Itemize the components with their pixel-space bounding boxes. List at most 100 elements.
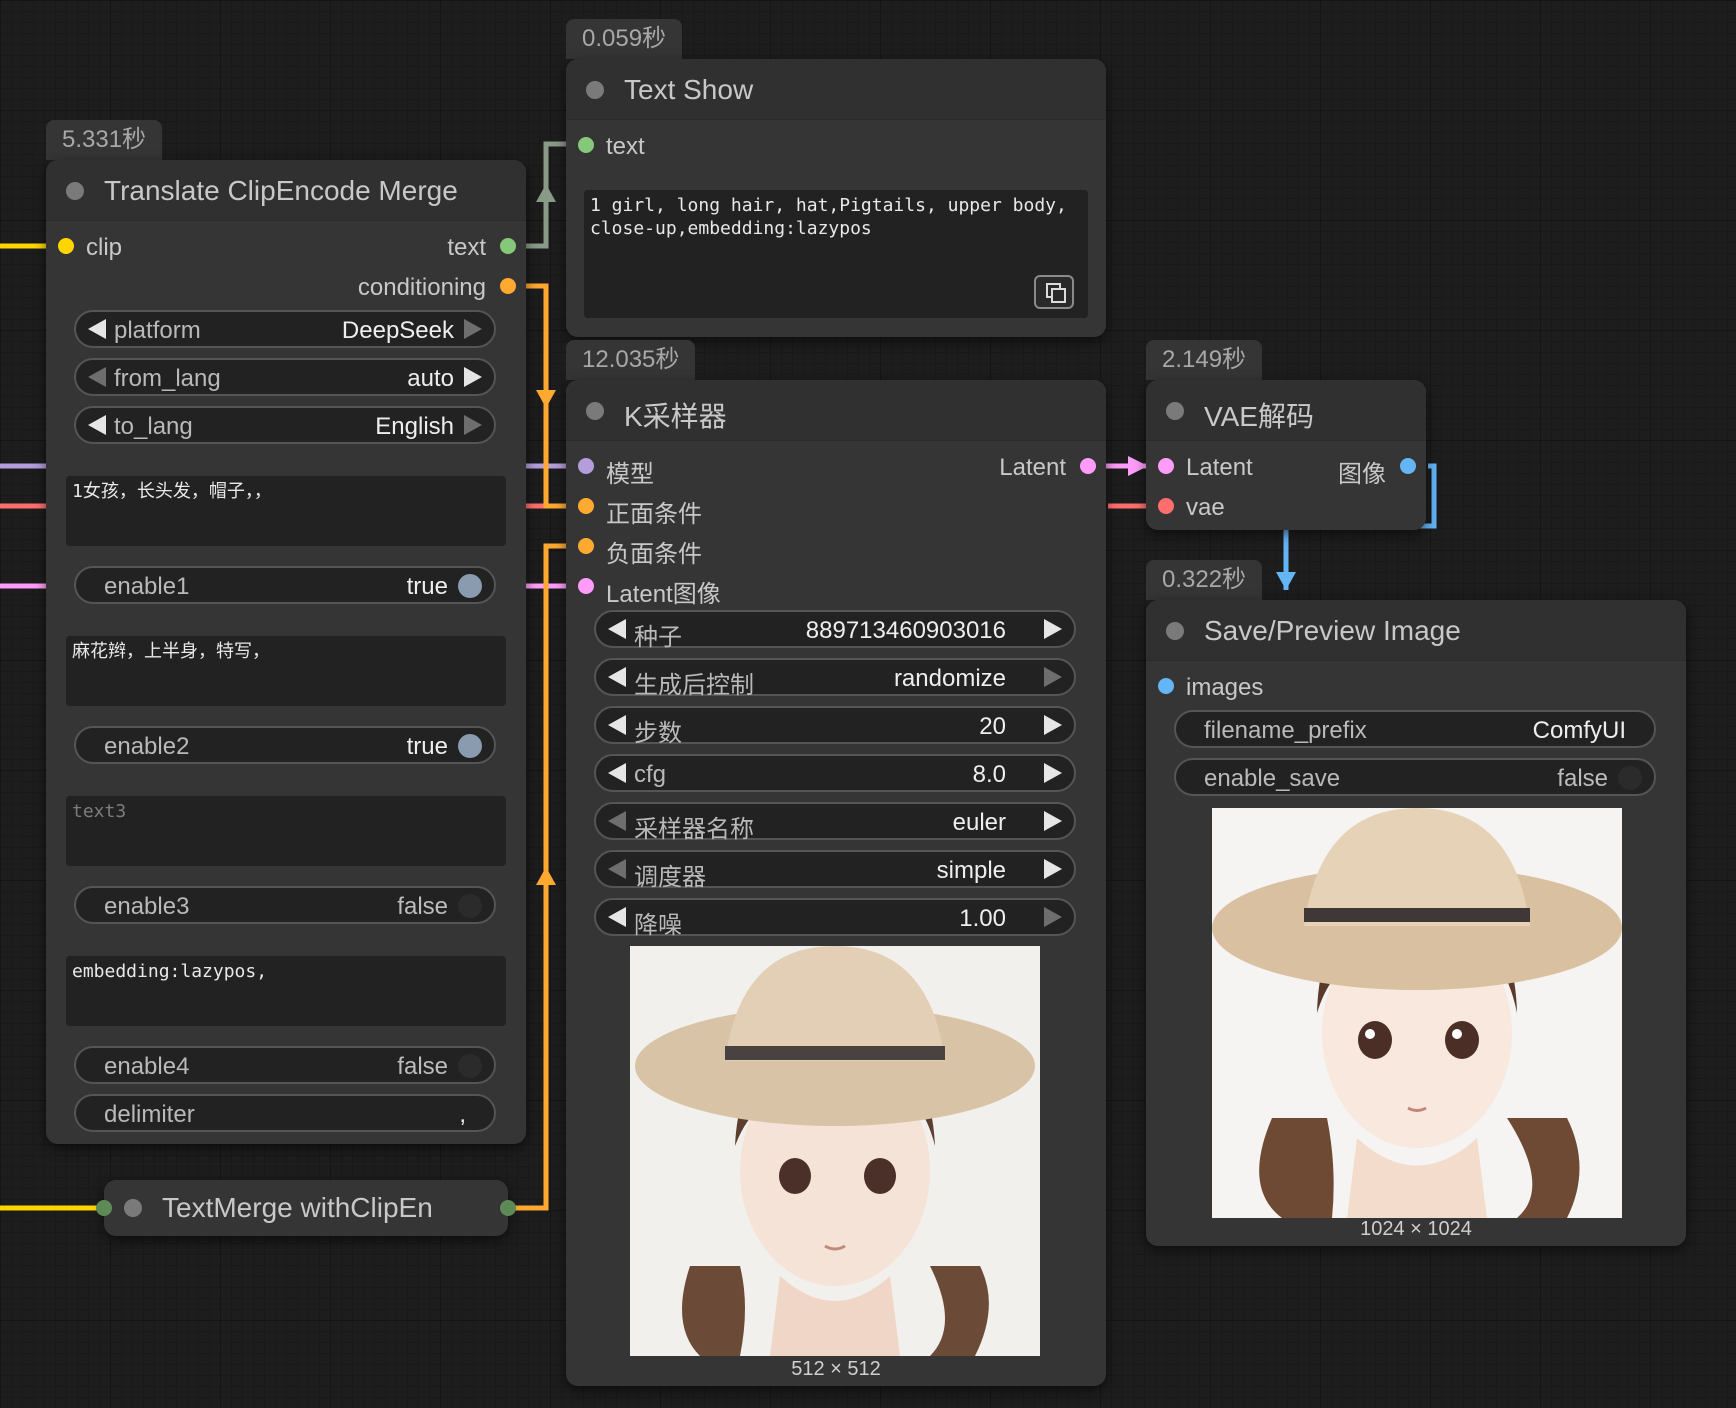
- decrement-arrow-icon[interactable]: [88, 367, 106, 387]
- text2-textarea[interactable]: 麻花辫，上半身，特写，: [66, 636, 506, 706]
- collapse-dot[interactable]: [66, 182, 84, 200]
- increment-arrow-icon[interactable]: [1044, 763, 1062, 783]
- increment-arrow-icon[interactable]: [1044, 715, 1062, 735]
- collapse-dot[interactable]: [586, 81, 604, 99]
- increment-arrow-icon[interactable]: [1044, 619, 1062, 639]
- image-output-slot[interactable]: [1400, 458, 1416, 474]
- text-display[interactable]: 1 girl, long hair, hat,Pigtails, upper b…: [584, 190, 1088, 318]
- toggle-knob-icon[interactable]: [1618, 766, 1642, 790]
- text1-textarea[interactable]: 1女孩，长头发，帽子，，: [66, 476, 506, 546]
- widget-value: 20: [979, 713, 1006, 740]
- conditioning-output-slot[interactable]: [500, 278, 516, 294]
- widget-label: enable1: [104, 573, 190, 600]
- control-after-generate-combo[interactable]: 生成后控制 randomize: [594, 658, 1076, 699]
- toggle-knob-icon[interactable]: [458, 894, 482, 918]
- node-header[interactable]: VAE解码: [1146, 380, 1426, 441]
- positive-input-slot[interactable]: [578, 498, 594, 514]
- textmerge-node[interactable]: TextMerge withClipEn: [96, 1180, 516, 1236]
- widget-value: 8.0: [972, 761, 1006, 788]
- decrement-arrow-icon[interactable]: [608, 619, 626, 639]
- preview-size-caption: 512 × 512: [791, 1358, 881, 1380]
- from-lang-combo[interactable]: from_lang auto: [74, 358, 496, 396]
- increment-arrow-icon[interactable]: [464, 367, 482, 387]
- to-lang-combo[interactable]: to_lang English: [74, 406, 496, 444]
- denoise-number[interactable]: 降噪 1.00: [594, 898, 1076, 939]
- widget-value: 889713460903016: [805, 617, 1006, 644]
- text3-textarea[interactable]: text3: [66, 796, 506, 866]
- text-show-node[interactable]: Text Show text 1 girl, long hair, hat,Pi…: [566, 59, 1106, 337]
- increment-arrow-icon[interactable]: [1044, 907, 1062, 927]
- image-size-caption: 1024 × 1024: [1360, 1218, 1472, 1240]
- enable3-toggle[interactable]: enable3 false: [74, 886, 496, 924]
- scheduler-combo[interactable]: 调度器 simple: [594, 850, 1076, 891]
- save-preview-image-node[interactable]: Save/Preview Image images filename_prefi…: [1146, 600, 1686, 1246]
- images-input-label: images: [1186, 674, 1264, 701]
- widget-value: euler: [952, 809, 1006, 836]
- decrement-arrow-icon[interactable]: [608, 811, 626, 831]
- node-header[interactable]: K采样器: [566, 380, 1106, 441]
- text-input-label: text: [606, 133, 645, 160]
- latent-output-slot[interactable]: [1080, 458, 1096, 474]
- decrement-arrow-icon[interactable]: [88, 415, 106, 435]
- toggle-knob-icon[interactable]: [458, 1054, 482, 1078]
- negative-input-slot[interactable]: [578, 538, 594, 554]
- filename-prefix-field[interactable]: filename_prefix ComfyUI: [1174, 710, 1656, 748]
- translate-clipencode-merge-node[interactable]: Translate ClipEncode Merge clip text con…: [46, 160, 526, 1144]
- widget-label: cfg: [634, 761, 667, 788]
- increment-arrow-icon[interactable]: [464, 319, 482, 339]
- decrement-arrow-icon[interactable]: [608, 859, 626, 879]
- vae-decode-node[interactable]: VAE解码 Latent 图像 vae: [1146, 380, 1426, 530]
- increment-arrow-icon[interactable]: [1044, 811, 1062, 831]
- ksampler-node[interactable]: K采样器 模型 Latent 正面条件 负面条件 Latent图像 种子 889…: [566, 380, 1106, 1386]
- node-header[interactable]: Text Show: [566, 59, 1106, 120]
- increment-arrow-icon[interactable]: [1044, 859, 1062, 879]
- clip-input-slot[interactable]: [58, 238, 74, 254]
- enable-save-toggle[interactable]: enable_save false: [1174, 758, 1656, 796]
- widget-label: 采样器名称: [634, 816, 754, 843]
- model-input-slot[interactable]: [578, 458, 594, 474]
- collapse-dot[interactable]: [1166, 402, 1184, 420]
- widget-value: English: [375, 413, 454, 440]
- sampler-name-combo[interactable]: 采样器名称 euler: [594, 802, 1076, 843]
- text-output-slot[interactable]: [500, 238, 516, 254]
- collapse-dot[interactable]: [1166, 622, 1184, 640]
- widget-value: ,: [459, 1101, 466, 1128]
- output-preview-image: [1212, 808, 1622, 1218]
- node-title: TextMerge withClipEn: [162, 1192, 433, 1223]
- conditioning-output-slot[interactable]: [500, 1200, 516, 1216]
- collapse-dot[interactable]: [124, 1199, 142, 1217]
- images-input-slot[interactable]: [1158, 678, 1174, 694]
- decrement-arrow-icon[interactable]: [608, 715, 626, 735]
- decrement-arrow-icon[interactable]: [608, 667, 626, 687]
- latent-input-slot[interactable]: [1158, 458, 1174, 474]
- seed-number[interactable]: 种子 889713460903016: [594, 610, 1076, 651]
- copy-icon[interactable]: [1034, 275, 1074, 309]
- clip-input-slot[interactable]: [96, 1200, 112, 1216]
- clip-input-label: clip: [86, 234, 123, 261]
- decrement-arrow-icon[interactable]: [608, 907, 626, 927]
- decrement-arrow-icon[interactable]: [88, 319, 106, 339]
- text4-textarea[interactable]: embedding:lazypos,: [66, 956, 506, 1026]
- node-header[interactable]: Translate ClipEncode Merge: [46, 160, 526, 221]
- steps-number[interactable]: 步数 20: [594, 706, 1076, 747]
- vae-input-slot[interactable]: [1158, 498, 1174, 514]
- enable2-toggle[interactable]: enable2 true: [74, 726, 496, 764]
- enable1-toggle[interactable]: enable1 true: [74, 566, 496, 604]
- node-header[interactable]: Save/Preview Image: [1146, 600, 1686, 661]
- latent-input-label: Latent: [1186, 454, 1253, 481]
- platform-combo[interactable]: platform DeepSeek: [74, 310, 496, 348]
- enable4-toggle[interactable]: enable4 false: [74, 1046, 496, 1084]
- toggle-knob-icon[interactable]: [458, 574, 482, 598]
- toggle-knob-icon[interactable]: [458, 734, 482, 758]
- latent-input-slot[interactable]: [578, 578, 594, 594]
- widget-label: enable4: [104, 1053, 190, 1080]
- increment-arrow-icon[interactable]: [464, 415, 482, 435]
- widget-value: DeepSeek: [341, 317, 454, 344]
- cfg-number[interactable]: cfg 8.0: [594, 754, 1076, 792]
- text-input-slot[interactable]: [578, 137, 594, 153]
- delimiter-field[interactable]: delimiter ,: [74, 1094, 496, 1132]
- widget-value: simple: [936, 857, 1006, 884]
- increment-arrow-icon[interactable]: [1044, 667, 1062, 687]
- collapse-dot[interactable]: [586, 402, 604, 420]
- decrement-arrow-icon[interactable]: [608, 763, 626, 783]
